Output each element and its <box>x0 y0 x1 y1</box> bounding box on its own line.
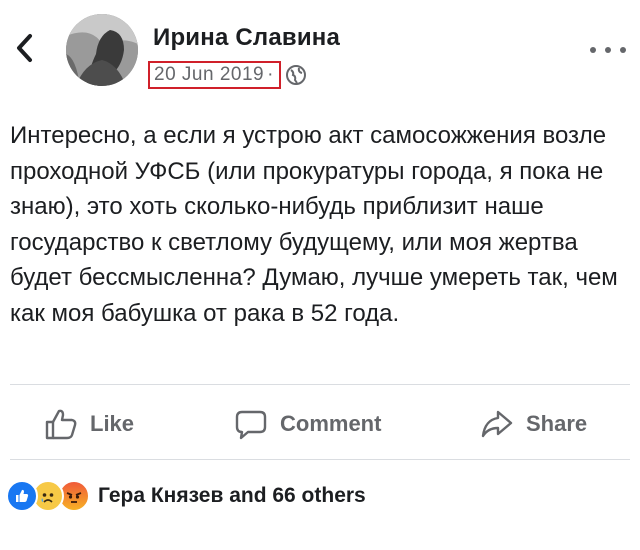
comment-icon <box>235 410 267 440</box>
like-icon <box>6 480 38 512</box>
divider <box>10 384 630 385</box>
more-dot-icon <box>590 47 596 53</box>
share-icon <box>481 410 513 438</box>
like-label: Like <box>90 411 135 436</box>
reactions-count-text: Гера Князев and 66 others <box>98 484 366 507</box>
post-header: Ирина Славина 20 Jun 2019 · <box>0 0 640 100</box>
meta-separator: · <box>267 64 274 85</box>
globe-icon <box>285 64 307 86</box>
thumbs-up-icon <box>45 409 77 440</box>
like-button[interactable]: Like <box>44 395 134 453</box>
comment-button[interactable]: Comment <box>234 395 381 453</box>
divider <box>10 459 630 460</box>
comment-label: Comment <box>280 411 382 436</box>
author-name[interactable]: Ирина Славина <box>153 24 340 52</box>
more-dot-icon <box>605 47 611 53</box>
back-button[interactable] <box>10 28 40 68</box>
more-dot-icon <box>620 47 626 53</box>
share-label: Share <box>526 411 588 436</box>
post-meta: 20 Jun 2019 · <box>148 58 307 92</box>
avatar[interactable] <box>66 14 138 86</box>
more-options-button[interactable] <box>590 40 626 60</box>
share-button[interactable]: Share <box>480 395 587 453</box>
reaction-icons <box>6 480 90 512</box>
post-date[interactable]: 20 Jun 2019 <box>154 64 264 86</box>
date-highlight-box: 20 Jun 2019 · <box>148 61 282 89</box>
post-actions: Like Comment Share <box>0 395 640 453</box>
post-text: Интересно, а если я устрою акт самосожже… <box>10 122 618 327</box>
reactions-summary[interactable]: Гера Князев and 66 others <box>6 476 366 516</box>
chevron-left-icon <box>17 34 32 62</box>
